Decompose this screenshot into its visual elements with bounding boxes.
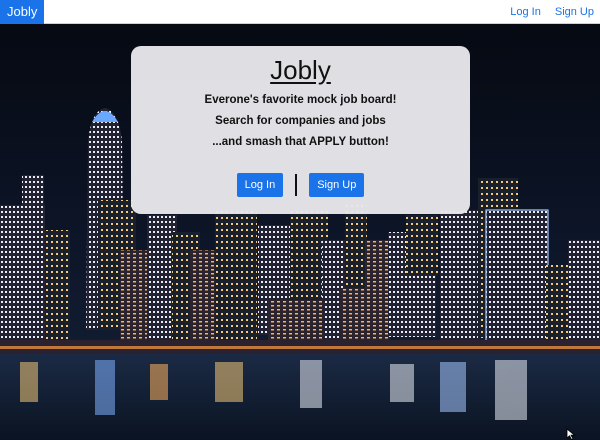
hero-card: Jobly Everone's favorite mock job board!…: [131, 46, 470, 214]
top-navbar: Jobly Log In Sign Up: [0, 0, 600, 24]
button-divider: [295, 174, 298, 196]
nav-login-link[interactable]: Log In: [510, 6, 541, 18]
mouse-cursor-icon: [566, 428, 576, 440]
hero-subtitle: Search for companies and jobs: [215, 115, 386, 127]
nav-signup-link[interactable]: Sign Up: [555, 6, 594, 18]
hero-actions: Log In Sign Up: [131, 173, 470, 197]
brand-link[interactable]: Jobly: [0, 0, 45, 24]
nav-links: Log In Sign Up: [510, 6, 600, 18]
login-button[interactable]: Log In: [236, 173, 284, 197]
hero-cta-text: ...and smash that APPLY button!: [212, 136, 389, 148]
hero-title: Jobly: [270, 55, 331, 85]
signup-button[interactable]: Sign Up: [309, 173, 365, 197]
hero-tagline: Everone's favorite mock job board!: [204, 94, 397, 106]
